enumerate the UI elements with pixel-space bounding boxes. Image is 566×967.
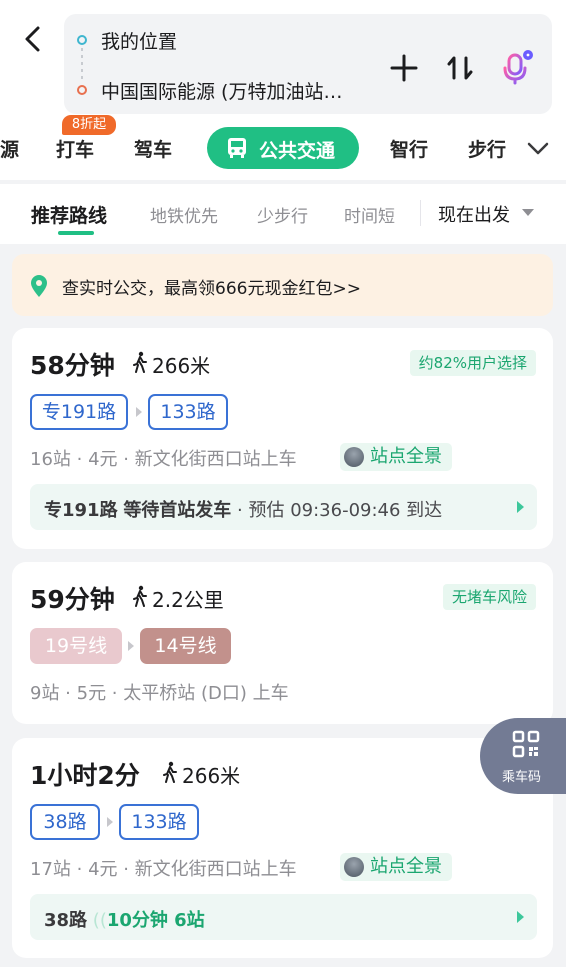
back-icon[interactable] [18, 22, 48, 56]
realtime-info-bar[interactable]: 专191路 等待首站发车 · 预估 09:36-09:46 到达 [30, 484, 537, 530]
route-duration: 59分钟 [30, 585, 115, 614]
route-card[interactable]: 1小时2分 266米 38路 133路 17站 · 4元 · 新文化街西口站上车… [12, 738, 553, 958]
route-card[interactable]: 58分钟 266米 约82%用户选择 专191路 133路 16站 · 4元 ·… [12, 328, 553, 549]
tab-walk[interactable]: 步行 [468, 135, 506, 162]
tab-recommended[interactable]: 推荐路线 [31, 201, 107, 228]
walk-distance-value: 2.2公里 [152, 588, 224, 612]
taxi-discount-badge: 8折起 [62, 115, 116, 135]
info-status: 10分钟 6站 [106, 910, 205, 931]
signal-icon: (( [92, 910, 107, 931]
panorama-thumbnail-icon [344, 857, 364, 877]
bus-icon [228, 138, 246, 158]
depart-time-select[interactable]: 现在出发 [438, 201, 510, 227]
panorama-label: 站点全景 [370, 856, 442, 877]
voice-assistant-icon[interactable] [496, 50, 536, 86]
panorama-label: 站点全景 [370, 446, 442, 467]
tabs-fade [390, 198, 414, 228]
transfer-arrow-icon [107, 817, 113, 827]
caret-right-icon [517, 501, 524, 513]
active-tab-underline [58, 231, 94, 235]
subway-line-badge[interactable]: 19号线 [30, 628, 122, 664]
info-status: 等待首站发车 [123, 500, 232, 521]
realtime-info-bar[interactable]: 38路 ((10分钟 6站 [30, 894, 537, 940]
tab-smart[interactable]: 智行 [390, 135, 428, 162]
dropdown-triangle-icon[interactable] [522, 209, 534, 216]
walk-distance-value: 266米 [152, 354, 211, 378]
destination-field[interactable]: 中国国际能源 (万特加油站… [101, 77, 369, 104]
chevron-down-icon[interactable] [526, 137, 550, 159]
route-tag: 约82%用户选择 [409, 350, 536, 376]
tab-taxi[interactable]: 打车 [56, 135, 94, 162]
tab-drive[interactable]: 驾车 [134, 135, 172, 162]
route-connector [81, 48, 83, 81]
bus-line-badge[interactable]: 38路 [30, 804, 100, 840]
tab-public-transit[interactable]: 公共交通 [207, 127, 359, 169]
station-panorama-button[interactable]: 站点全景 [340, 853, 452, 881]
route-meta: 16站 · 4元 · 新文化街西口站上车 [30, 449, 297, 470]
bus-line-badge[interactable]: 专191路 [30, 394, 128, 430]
bus-line-badge[interactable]: 133路 [119, 804, 199, 840]
route-meta: 17站 · 4元 · 新文化街西口站上车 [30, 859, 297, 880]
route-tag: 无堵车风险 [442, 584, 536, 610]
ride-code-button[interactable]: 乘车码 [480, 718, 566, 794]
ride-code-label: 乘车码 [502, 770, 542, 785]
qr-code-icon [512, 730, 540, 758]
info-line: 38路 [44, 910, 88, 931]
transfer-arrow-icon [136, 407, 142, 417]
tabs-separator [420, 200, 421, 226]
route-duration: 1小时2分 [30, 761, 140, 790]
realtime-info-text: 38路 ((10分钟 6站 [44, 906, 205, 932]
promo-banner[interactable]: 查实时公交，最高领666元现金红包>> [12, 254, 553, 316]
caret-right-icon [517, 911, 524, 923]
location-pin-icon [31, 275, 47, 297]
route-meta: 9站 · 5元 · 太平桥站 (D口) 上车 [30, 683, 289, 704]
destination-dot-icon [77, 85, 87, 95]
origin-dot-icon [77, 35, 87, 45]
route-filter-tabs: 推荐路线 地铁优先 少步行 时间短 现在出发 [0, 184, 566, 244]
panorama-thumbnail-icon [344, 447, 364, 467]
realtime-info-text: 专191路 等待首站发车 · 预估 09:36-09:46 到达 [44, 496, 442, 522]
transfer-arrow-icon [128, 641, 134, 651]
info-line: 专191路 [44, 500, 118, 521]
route-card[interactable]: 59分钟 2.2公里 无堵车风险 19号线 14号线 9站 · 5元 · 太平桥… [12, 562, 553, 724]
route-search-box: 我的位置 中国国际能源 (万特加油站… [64, 14, 552, 114]
route-duration: 58分钟 [30, 351, 115, 380]
subway-line-badge[interactable]: 14号线 [140, 628, 231, 664]
tab-less-walking[interactable]: 少步行 [257, 202, 308, 227]
origin-field[interactable]: 我的位置 [101, 27, 177, 54]
bus-line-badge[interactable]: 133路 [148, 394, 228, 430]
walk-icon [133, 585, 147, 607]
station-panorama-button[interactable]: 站点全景 [340, 443, 452, 471]
add-waypoint-icon[interactable] [384, 50, 424, 86]
swap-icon[interactable] [440, 50, 480, 86]
promo-text: 查实时公交，最高领666元现金红包>> [62, 279, 361, 299]
walk-distance-value: 266米 [182, 764, 241, 788]
walk-icon [163, 761, 177, 783]
top-bar: 我的位置 中国国际能源 (万特加油站… 源 打车 驾车 智行 步行 8折起 公共… [0, 0, 566, 180]
info-eta: · 预估 09:36-09:46 到达 [237, 500, 443, 521]
tab-partial[interactable]: 源 [0, 135, 19, 162]
tab-subway-first[interactable]: 地铁优先 [150, 202, 218, 227]
walk-icon [133, 351, 147, 373]
tab-shortest-time[interactable]: 时间短 [344, 202, 395, 227]
tab-public-transit-label: 公共交通 [259, 140, 336, 162]
